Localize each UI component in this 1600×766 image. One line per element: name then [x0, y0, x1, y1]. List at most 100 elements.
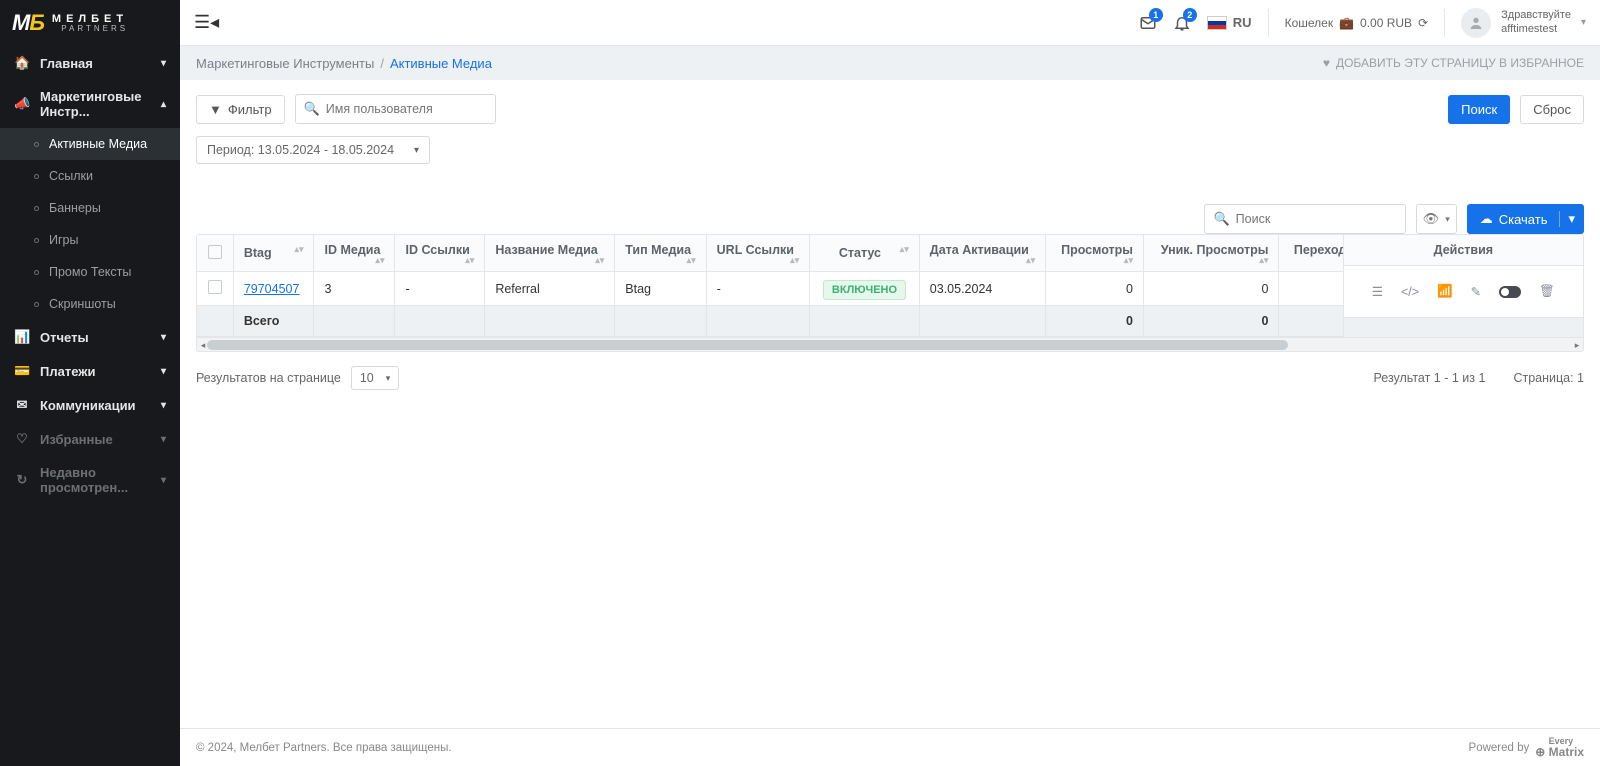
bell-notifications[interactable]: 2	[1173, 14, 1191, 32]
select-all-checkbox[interactable]	[208, 245, 222, 259]
col-views[interactable]: Просмотры▴▾	[1046, 235, 1144, 272]
search-icon: 🔍	[304, 101, 320, 117]
row-checkbox[interactable]	[208, 280, 222, 294]
result-count: Результат 1 - 1 из 1	[1373, 371, 1485, 385]
eye-off-icon: 👁	[1423, 211, 1440, 227]
chevron-up-icon: ▴	[161, 99, 166, 110]
home-icon: 🏠	[14, 55, 30, 71]
search-button[interactable]: Поиск	[1448, 95, 1510, 124]
toggle-sidebar-button[interactable]: ☰◂	[194, 12, 219, 33]
chart-icon: 📊	[14, 329, 30, 345]
nav-favorites[interactable]: ♡ Избранные ▾	[0, 422, 180, 456]
per-page-label: Результатов на странице	[196, 371, 341, 385]
nav-payments[interactable]: 💳 Платежи ▾	[0, 354, 180, 388]
filter-button[interactable]: ▼ Фильтр	[196, 95, 285, 124]
user-icon	[1468, 15, 1484, 31]
col-status[interactable]: Статус▴▾	[810, 235, 920, 272]
nav-comms[interactable]: ✉ Коммуникации ▾	[0, 388, 180, 422]
scroll-right-icon[interactable]: ▸	[1571, 338, 1583, 352]
chevron-down-icon: ▾	[1445, 214, 1450, 225]
footer: © 2024, Мелбет Partners. Все права защищ…	[180, 728, 1600, 766]
greeting-line2: afftimestest	[1501, 23, 1571, 36]
chevron-down-icon: ▾	[161, 366, 166, 377]
nav-active-media[interactable]: Активные Медиа	[0, 128, 180, 160]
nav-screenshots[interactable]: Скриншоты	[0, 288, 180, 320]
flag-ru-icon	[1207, 16, 1227, 30]
greeting-line1: Здравствуйте	[1501, 9, 1571, 22]
mail-badge: 1	[1149, 8, 1163, 22]
horizontal-scrollbar[interactable]: ◂ ▸	[197, 337, 1583, 351]
heart-icon: ♡	[14, 431, 30, 447]
columns-visibility-button[interactable]: 👁 ▾	[1416, 204, 1457, 234]
col-activation[interactable]: Дата Активации▴▾	[919, 235, 1045, 272]
sidebar: МБ МЕЛБЕТ PARTNERS 🏠 Главная ▾ 📣 Маркети…	[0, 0, 180, 766]
chevron-down-icon: ▾	[1581, 17, 1586, 28]
breadcrumb: Маркетинговые Инструменты / Активные Мед…	[180, 46, 1600, 80]
crumb-parent[interactable]: Маркетинговые Инструменты	[196, 56, 374, 71]
stats-icon[interactable]: 📶	[1437, 284, 1453, 299]
avatar	[1461, 8, 1491, 38]
language-switcher[interactable]: RU	[1207, 15, 1252, 30]
table-search-input[interactable]	[1236, 212, 1397, 226]
per-page-select[interactable]: 10 ▾	[351, 366, 399, 390]
status-badge: ВКЛЮЧЕНО	[823, 280, 906, 300]
chevron-down-icon[interactable]: ▾	[1559, 211, 1583, 227]
nav-banners[interactable]: Баннеры	[0, 192, 180, 224]
history-icon: ↻	[14, 472, 30, 488]
chevron-down-icon: ▾	[161, 434, 166, 445]
logo-sub: PARTNERS	[52, 25, 128, 33]
chevron-down-icon: ▾	[414, 145, 419, 156]
chevron-down-icon: ▾	[161, 58, 166, 69]
data-table: Btag▴▾ ID Медиа▴▾ ID Ссылки▴▾ Название М…	[196, 234, 1584, 352]
scroll-thumb[interactable]	[207, 340, 1288, 350]
nav-links[interactable]: Ссылки	[0, 160, 180, 192]
nav: 🏠 Главная ▾ 📣 Маркетинговые Инстр... ▴ А…	[0, 46, 180, 766]
wallet-value: 0.00 RUB	[1360, 16, 1412, 30]
language-label: RU	[1233, 15, 1252, 30]
crumb-current: Активные Медиа	[390, 56, 492, 71]
copyright-text: © 2024, Мелбет Partners. Все права защищ…	[196, 742, 452, 754]
mail-notifications[interactable]: 1	[1139, 14, 1157, 32]
nav-home-label: Главная	[40, 56, 93, 71]
everymatrix-logo: ⊕ EveryMatrix	[1535, 737, 1584, 758]
trash-icon[interactable]: 🗑	[1539, 284, 1555, 299]
funnel-icon: ▼	[209, 102, 222, 117]
username-search[interactable]: 🔍	[295, 94, 496, 124]
table-search[interactable]: 🔍	[1204, 204, 1405, 234]
actions-column: Действия ☰ </> 📶 ✎ 🗑	[1343, 235, 1583, 352]
reset-button[interactable]: Сброс	[1520, 95, 1584, 124]
page-indicator: Страница: 1	[1513, 371, 1584, 385]
mail-icon: ✉	[14, 397, 30, 413]
megaphone-icon: 📣	[14, 96, 30, 112]
refresh-icon[interactable]: ⟳	[1418, 16, 1428, 30]
username-input[interactable]	[326, 102, 487, 116]
col-uviews[interactable]: Уник. Просмотры▴▾	[1143, 235, 1278, 272]
add-favorite-button[interactable]: ♥ ДОБАВИТЬ ЭТУ СТРАНИЦУ В ИЗБРАННОЕ	[1323, 56, 1584, 70]
nav-promo[interactable]: Промо Тексты	[0, 256, 180, 288]
col-id-link[interactable]: ID Ссылки▴▾	[395, 235, 485, 272]
toggle-switch[interactable]	[1499, 286, 1521, 298]
wallet[interactable]: Кошелек 💼 0.00 RUB ⟳	[1285, 16, 1429, 30]
nav-marketing-label: Маркетинговые Инстр...	[40, 89, 151, 119]
user-menu[interactable]: Здравствуйте afftimestest ▾	[1461, 8, 1586, 38]
cloud-download-icon: ☁	[1480, 211, 1493, 227]
btag-link[interactable]: 79704507	[244, 282, 300, 296]
nav-games[interactable]: Игры	[0, 224, 180, 256]
code-icon[interactable]: </>	[1401, 285, 1419, 299]
logo: МБ МЕЛБЕТ PARTNERS	[0, 0, 180, 46]
col-name[interactable]: Название Медиа▴▾	[485, 235, 615, 272]
list-icon[interactable]: ☰	[1372, 284, 1383, 299]
nav-reports[interactable]: 📊 Отчеты ▾	[0, 320, 180, 354]
nav-home[interactable]: 🏠 Главная ▾	[0, 46, 180, 80]
nav-recent[interactable]: ↻ Недавно просмотрен... ▾	[0, 456, 180, 504]
col-url[interactable]: URL Ссылки▴▾	[706, 235, 810, 272]
col-actions: Действия	[1344, 235, 1583, 266]
col-type[interactable]: Тип Медиа▴▾	[615, 235, 706, 272]
nav-marketing[interactable]: 📣 Маркетинговые Инстр... ▴	[0, 80, 180, 128]
col-id-media[interactable]: ID Медиа▴▾	[314, 235, 395, 272]
edit-icon[interactable]: ✎	[1471, 284, 1481, 299]
period-selector[interactable]: Период: 13.05.2024 - 18.05.2024 ▾	[196, 136, 430, 164]
download-button[interactable]: ☁ Скачать ▾	[1467, 204, 1584, 234]
topbar: ☰◂ 1 2 RU Кошелек 💼 0.00 RUB ⟳	[180, 0, 1600, 46]
col-btag[interactable]: Btag▴▾	[233, 235, 314, 272]
